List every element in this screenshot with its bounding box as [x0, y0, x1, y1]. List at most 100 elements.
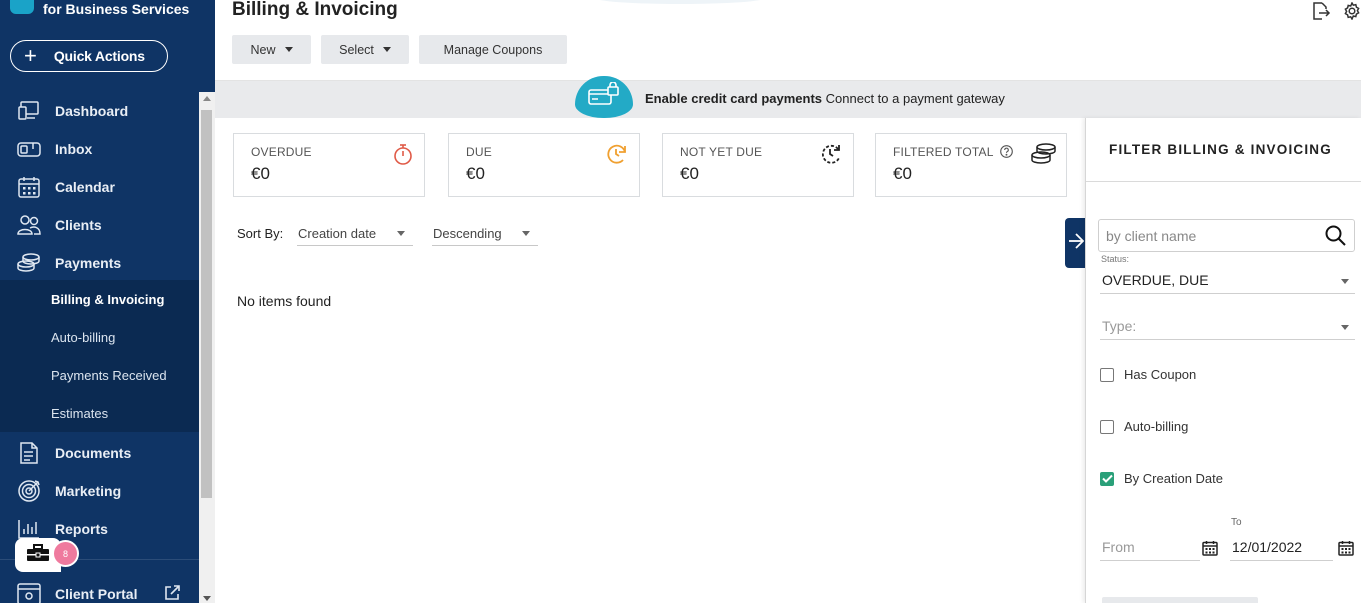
portal-icon [17, 583, 41, 603]
sort-by-label: Sort By: [237, 226, 284, 241]
top-highlight [595, 0, 765, 4]
due-card[interactable]: DUE €0 [448, 133, 640, 197]
select-dropdown-button[interactable]: Select [321, 35, 409, 64]
sidebar-item-label: Inbox [55, 141, 93, 157]
filtered-total-card[interactable]: FILTERED TOTAL €0 [875, 133, 1067, 197]
new-dropdown-button[interactable]: New [232, 35, 311, 64]
sidebar-item-label: Calendar [55, 179, 115, 195]
inbox-icon [17, 138, 41, 160]
sidebar-item-clients[interactable]: Clients [0, 206, 199, 244]
sidebar-nav: Dashboard Inbox Calendar Clients Payment… [0, 92, 215, 603]
calendar-picker-icon[interactable] [1338, 540, 1354, 561]
clients-icon [17, 214, 41, 236]
sidebar-item-calendar[interactable]: Calendar [0, 168, 199, 206]
brand-logo[interactable] [10, 0, 34, 14]
dashboard-icon [17, 100, 41, 122]
banner-bold-text: Enable credit card payments [645, 91, 823, 106]
clock-refresh-icon [604, 141, 630, 167]
payments-submenu: Billing & Invoicing Auto-billing Payment… [0, 280, 199, 432]
bar-chart-icon [17, 518, 41, 540]
banner-link-text[interactable]: Connect to a payment gateway [826, 91, 1005, 106]
scroll-down-arrow-icon[interactable] [203, 596, 211, 601]
sidebar: for Business Services + Quick Actions Da… [0, 0, 215, 603]
search-icon[interactable] [1325, 225, 1346, 251]
auto-billing-label: Auto-billing [1124, 419, 1189, 434]
checkbox-unchecked-icon[interactable] [1100, 419, 1114, 434]
page-title: Billing & Invoicing [232, 0, 398, 20]
client-search-box [1098, 219, 1355, 252]
status-caption: Status: [1101, 254, 1130, 264]
sidebar-item-label: Dashboard [55, 103, 129, 119]
caret-down-icon [522, 231, 530, 236]
scrollbar-thumb[interactable] [201, 110, 212, 498]
select-label: Select [339, 42, 374, 57]
export-icon[interactable] [1311, 2, 1331, 25]
apply-filter-button[interactable] [1102, 597, 1258, 603]
not-yet-due-card[interactable]: NOT YET DUE €0 [662, 133, 854, 197]
card-label-text: FILTERED TOTAL [893, 145, 994, 159]
type-select[interactable]: Type: [1100, 312, 1355, 340]
has-coupon-label: Has Coupon [1124, 367, 1197, 382]
collapse-filter-button[interactable] [1065, 218, 1087, 268]
credit-card-lock-icon [588, 81, 620, 111]
by-creation-date-label: By Creation Date [1124, 471, 1223, 486]
sidebar-subitem-billing-invoicing[interactable]: Billing & Invoicing [0, 280, 199, 318]
auto-billing-checkbox[interactable]: Auto-billing [1100, 419, 1188, 434]
quick-actions-label: Quick Actions [53, 48, 145, 64]
card-label: DUE [466, 145, 492, 159]
settings-gear-icon[interactable] [1343, 1, 1361, 25]
banner-text: Enable credit card payments Connect to a… [645, 91, 1005, 106]
sort-order-select[interactable]: Descending [432, 222, 538, 246]
filter-panel: FILTER BILLING & INVOICING Status: OVERD… [1085, 118, 1361, 603]
status-select[interactable]: OVERDUE, DUE [1100, 266, 1355, 294]
panel-divider [1086, 181, 1361, 182]
sidebar-item-inbox[interactable]: Inbox [0, 130, 199, 168]
card-value: €0 [251, 164, 270, 183]
manage-coupons-button[interactable]: Manage Coupons [419, 35, 567, 64]
sort-order-value: Descending [433, 226, 502, 241]
checkbox-unchecked-icon[interactable] [1100, 367, 1114, 382]
sidebar-item-label: Marketing [55, 483, 122, 499]
calendar-picker-icon[interactable] [1202, 540, 1218, 561]
sidebar-item-label: Reports [55, 521, 108, 537]
plus-icon: + [24, 43, 37, 68]
caret-down-icon [382, 47, 391, 52]
card-value: €0 [466, 164, 485, 183]
sidebar-scrollbar[interactable] [199, 92, 215, 603]
checkbox-checked-icon[interactable] [1100, 471, 1114, 486]
date-from-input[interactable]: From [1100, 536, 1200, 561]
sidebar-item-payments[interactable]: Payments [0, 244, 199, 282]
clock-dashed-icon [818, 141, 844, 167]
sidebar-item-label: Client Portal [55, 586, 138, 602]
client-search-input[interactable] [1106, 227, 1316, 244]
target-icon [17, 480, 41, 502]
overdue-card[interactable]: OVERDUE €0 [233, 133, 425, 197]
sidebar-item-dashboard[interactable]: Dashboard [0, 92, 199, 130]
sidebar-item-marketing[interactable]: Marketing [0, 472, 199, 510]
caret-down-icon [1341, 279, 1349, 284]
sidebar-subitem-estimates[interactable]: Estimates [0, 394, 199, 432]
quick-actions-button[interactable]: + Quick Actions [10, 40, 168, 72]
empty-state-text: No items found [237, 293, 332, 309]
brand-subtitle: for Business Services [43, 1, 190, 17]
notification-badge: 8 [52, 540, 79, 567]
calendar-icon [17, 176, 41, 198]
card-value: €0 [893, 164, 912, 183]
external-link-icon [164, 585, 180, 603]
sidebar-item-documents[interactable]: Documents [0, 434, 199, 472]
arrow-right-icon [1068, 232, 1085, 254]
caret-down-icon [1341, 325, 1349, 330]
has-coupon-checkbox[interactable]: Has Coupon [1100, 367, 1196, 382]
type-placeholder: Type: [1102, 318, 1137, 334]
top-right-actions [1311, 1, 1361, 25]
sort-field-select[interactable]: Creation date [297, 222, 413, 246]
by-creation-date-checkbox[interactable]: By Creation Date [1100, 471, 1223, 486]
sidebar-subitem-payments-received[interactable]: Payments Received [0, 356, 199, 394]
sidebar-item-client-portal[interactable]: Client Portal [0, 575, 199, 603]
new-label: New [250, 42, 276, 57]
help-icon[interactable] [999, 145, 1013, 161]
date-to-input[interactable]: 12/01/2022 [1230, 536, 1333, 561]
coins-icon [1031, 141, 1057, 167]
sidebar-subitem-auto-billing[interactable]: Auto-billing [0, 318, 199, 356]
scroll-up-arrow-icon[interactable] [203, 96, 211, 101]
